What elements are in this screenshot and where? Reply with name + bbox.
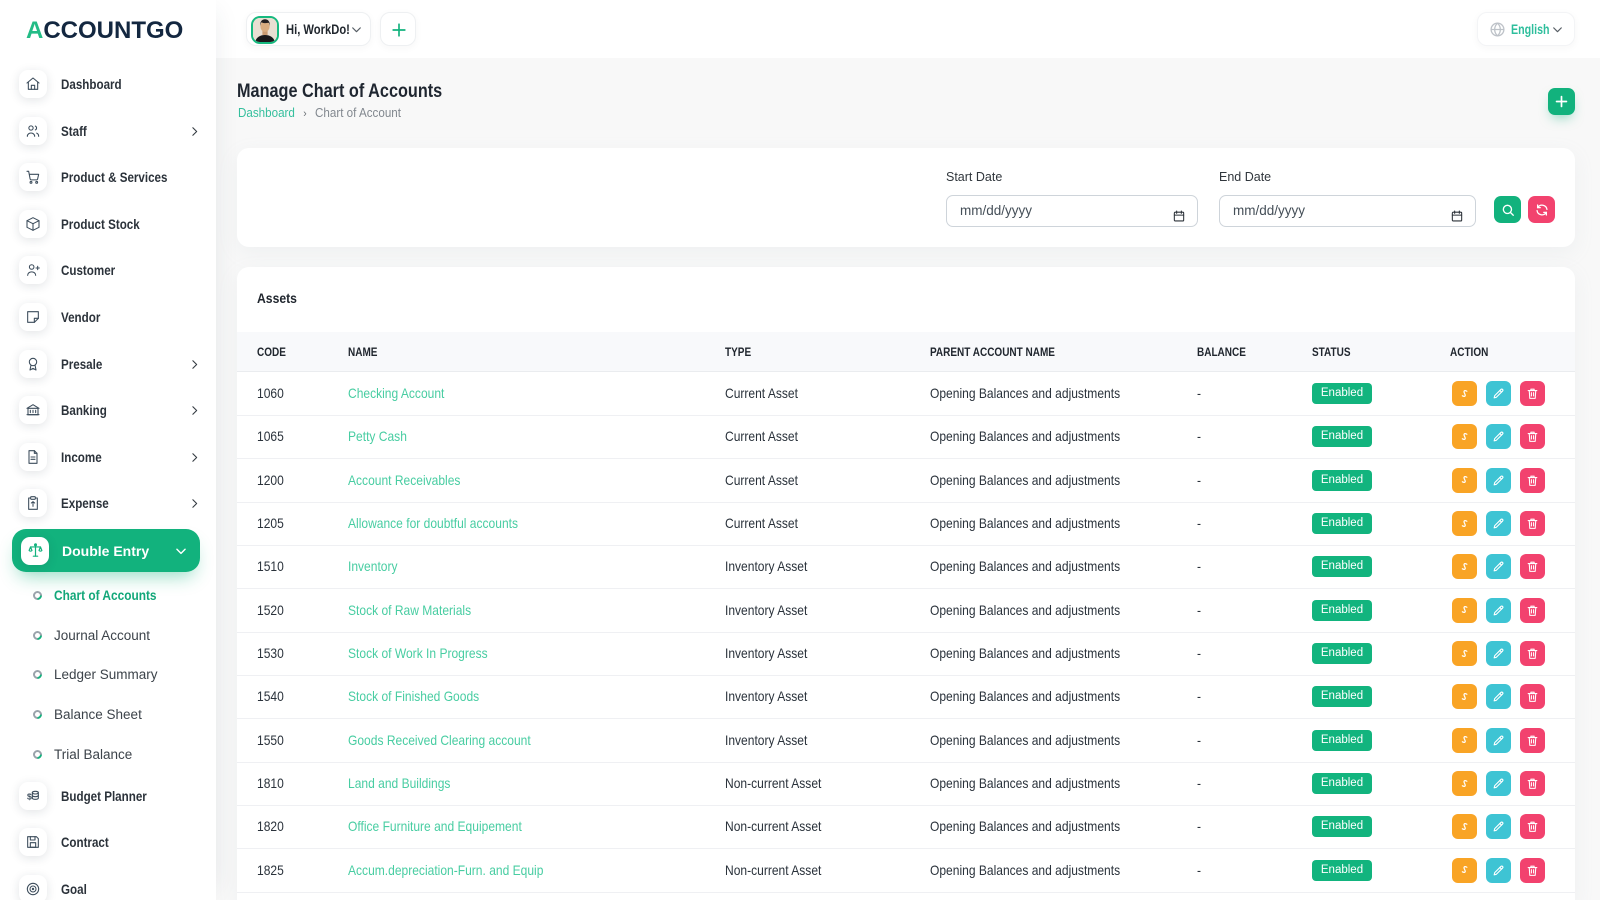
- svg-text:$: $: [27, 791, 32, 801]
